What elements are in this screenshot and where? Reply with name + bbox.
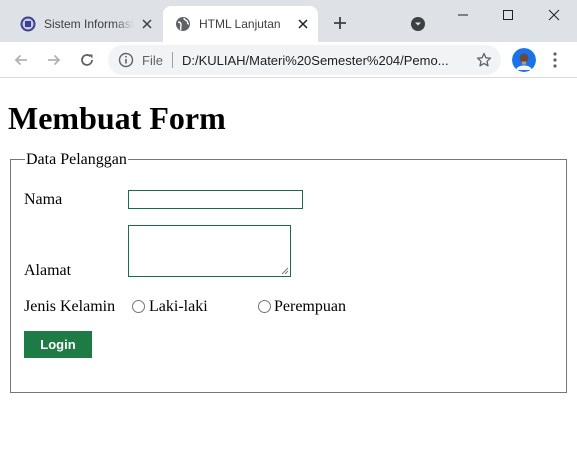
tab-strip: Sistem Informasi HTML Lanjutan (0, 0, 577, 42)
address-textarea[interactable] (128, 225, 291, 277)
university-logo-icon (20, 16, 36, 32)
name-label: Nama (24, 191, 63, 208)
address-label: Alamat (24, 262, 72, 279)
tab-title: HTML Lanjutan (199, 17, 281, 31)
tab-sistem-informasi[interactable]: Sistem Informasi (8, 6, 162, 42)
forward-arrow-icon[interactable] (42, 48, 66, 72)
gender-label: Jenis Kelamin (24, 298, 116, 315)
radio-label-perempuan: Perempuan (274, 298, 346, 315)
address-bar[interactable]: File D:/KULIAH/Materi%20Semester%204/Pem… (108, 45, 501, 75)
radio-label-laki-laki: Laki-laki (149, 298, 208, 315)
minimize-icon[interactable] (440, 0, 486, 30)
browser-toolbar: File D:/KULIAH/Materi%20Semester%204/Pem… (0, 42, 577, 78)
globe-icon (176, 17, 190, 31)
url-text[interactable]: D:/KULIAH/Materi%20Semester%204/Pemo... (182, 53, 464, 68)
page-content: Membuat Form Data Pelanggan Nama Alamat … (0, 79, 577, 451)
plus-icon[interactable] (330, 13, 350, 33)
close-icon[interactable] (296, 17, 310, 31)
url-separator (171, 52, 173, 68)
login-button[interactable]: Login (24, 331, 92, 358)
name-input[interactable] (128, 190, 303, 209)
back-arrow-icon[interactable] (9, 48, 33, 72)
page-title: Membuat Form (8, 100, 226, 136)
window-close-icon[interactable] (531, 0, 577, 30)
resize-handle-icon[interactable] (281, 267, 289, 275)
fieldset-legend: Data Pelanggan (25, 151, 128, 169)
maximize-icon[interactable] (485, 0, 531, 30)
star-icon[interactable] (476, 52, 492, 68)
info-icon[interactable] (118, 52, 134, 68)
customer-fieldset: Data Pelanggan Nama Alamat Jenis Kelamin… (10, 151, 567, 393)
tab-title: Sistem Informasi (44, 17, 134, 31)
radio-laki-laki[interactable] (132, 300, 145, 313)
url-scheme: File (142, 52, 163, 68)
close-icon[interactable] (140, 17, 154, 31)
profile-avatar[interactable] (512, 48, 536, 72)
kebab-menu-icon[interactable] (547, 50, 563, 70)
tab-search-icon[interactable] (409, 15, 426, 32)
radio-perempuan[interactable] (258, 300, 271, 313)
reload-icon[interactable] (75, 48, 99, 72)
tab-html-lanjutan[interactable]: HTML Lanjutan (163, 6, 318, 42)
